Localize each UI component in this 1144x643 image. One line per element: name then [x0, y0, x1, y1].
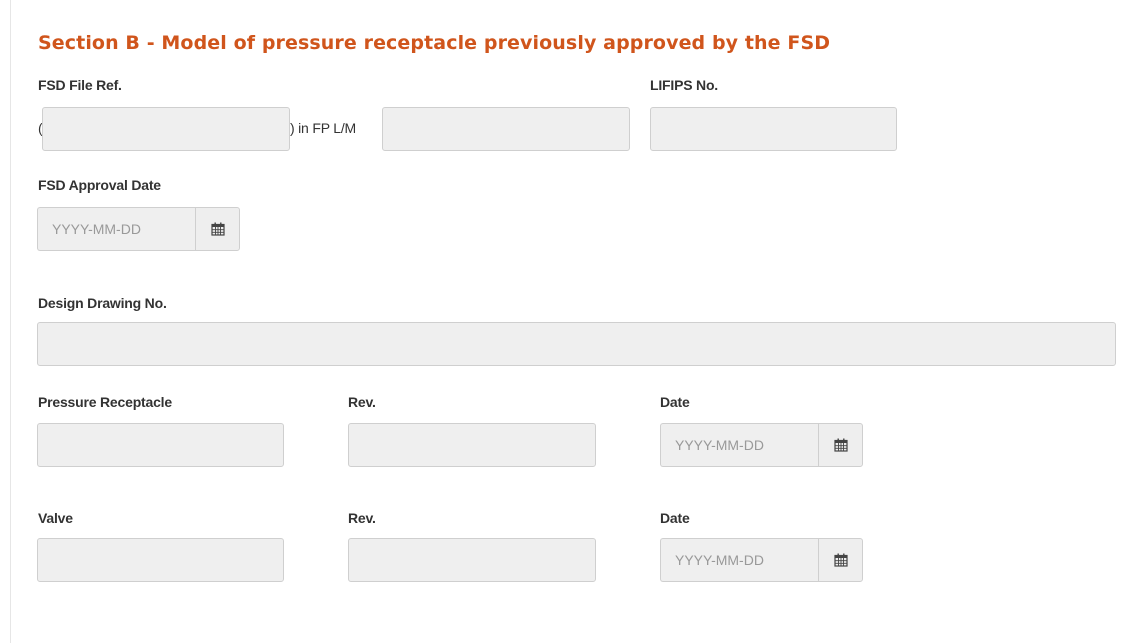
pressure-receptacle-date-label: Date	[660, 394, 690, 410]
left-border	[10, 0, 11, 643]
fsd-approval-date-label: FSD Approval Date	[38, 177, 161, 193]
design-drawing-label: Design Drawing No.	[38, 295, 167, 311]
fsd-file-ref-mid-text: ) in FP L/M	[290, 120, 357, 136]
valve-input[interactable]	[37, 538, 284, 582]
pressure-receptacle-input[interactable]	[37, 423, 284, 467]
valve-date-input[interactable]	[660, 538, 818, 582]
section-title: Section B - Model of pressure receptacle…	[38, 32, 831, 54]
fsd-file-ref-part2-input[interactable]	[382, 107, 630, 151]
calendar-icon	[833, 553, 848, 567]
pressure-receptacle-date-calendar-button[interactable]	[818, 423, 863, 467]
fsd-file-ref-label: FSD File Ref.	[38, 77, 122, 93]
fsd-approval-date-calendar-button[interactable]	[195, 207, 240, 251]
valve-date-label: Date	[660, 510, 690, 526]
fsd-file-ref-part1-input[interactable]	[42, 107, 290, 151]
calendar-icon	[833, 438, 848, 452]
valve-date-group	[660, 538, 863, 582]
valve-date-calendar-button[interactable]	[818, 538, 863, 582]
valve-label: Valve	[38, 510, 73, 526]
valve-rev-input[interactable]	[348, 538, 596, 582]
calendar-icon	[210, 222, 225, 236]
pressure-receptacle-label: Pressure Receptacle	[38, 394, 172, 410]
pressure-receptacle-rev-label: Rev.	[348, 394, 376, 410]
lifips-label: LIFIPS No.	[650, 77, 719, 93]
fsd-approval-date-group	[37, 207, 240, 251]
pressure-receptacle-date-group	[660, 423, 863, 467]
valve-rev-label: Rev.	[348, 510, 376, 526]
pressure-receptacle-date-input[interactable]	[660, 423, 818, 467]
fsd-approval-date-input[interactable]	[37, 207, 195, 251]
design-drawing-input[interactable]	[37, 322, 1116, 366]
pressure-receptacle-rev-input[interactable]	[348, 423, 596, 467]
lifips-input[interactable]	[650, 107, 897, 151]
